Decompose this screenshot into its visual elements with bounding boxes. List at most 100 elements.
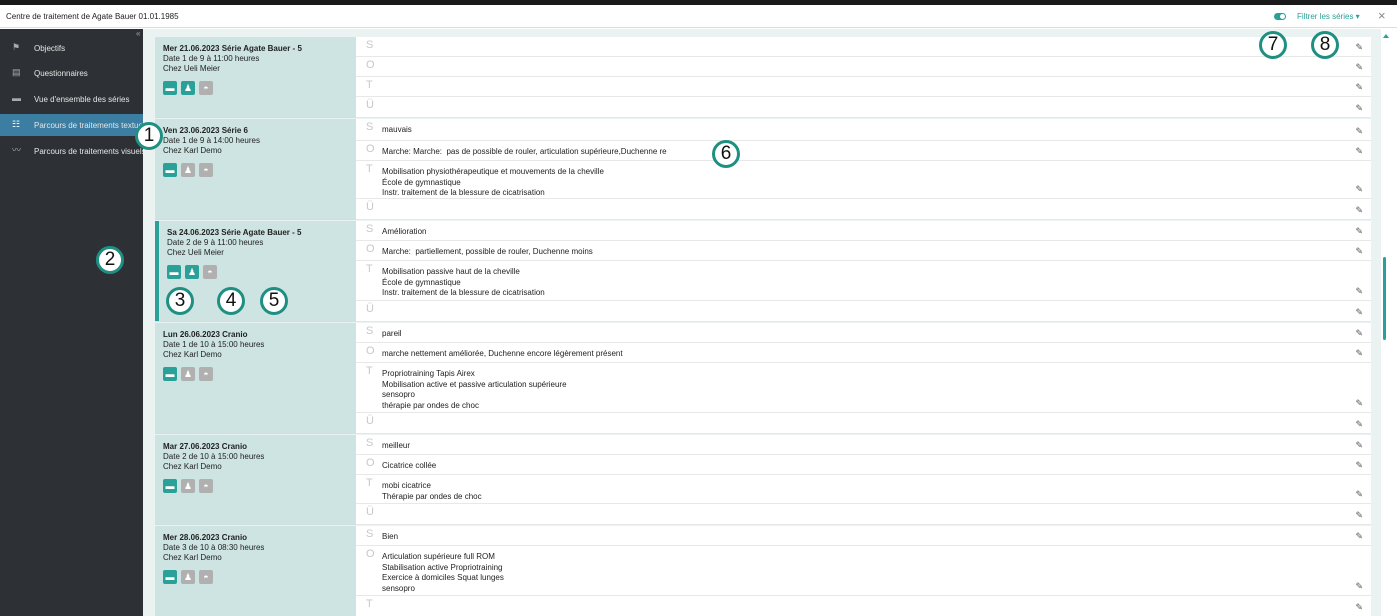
entry-date: Date 1 de 10 à 15:00 heures (163, 340, 265, 349)
edit-icon[interactable]: ✎ (1355, 82, 1363, 93)
soap-o-row[interactable]: O Marche: partiellement, possible de roul… (356, 241, 1371, 261)
edit-icon[interactable]: ✎ (1355, 489, 1363, 500)
soap-o-row[interactable]: O ✎ (356, 57, 1371, 77)
soap-t-row[interactable]: Tmobi cicatrice Thérapie par ondes de ch… (356, 475, 1371, 504)
list-icon: ☷ (12, 119, 21, 129)
callout-7: 7 (1259, 31, 1287, 59)
entry-info[interactable]: Mer 21.06.2023 Série Agate Bauer - 5 Dat… (155, 37, 356, 117)
soap-o-row[interactable]: O Marche: Marche: pas de possible de roul… (356, 141, 1371, 161)
person-icon[interactable]: ♟ (181, 367, 195, 381)
soap-s-row[interactable]: S Bien ✎ (356, 526, 1371, 546)
soap-u-row[interactable]: Ü ✎ (356, 413, 1371, 434)
edit-icon[interactable]: ✎ (1355, 602, 1363, 613)
soap-u-row[interactable]: Ü ✎ (356, 97, 1371, 118)
sidebar: « ⚑ Objectifs ▤ Questionnaires ▬ Vue d'ense… (0, 29, 143, 616)
soap-o-row[interactable]: O Articulation supérieure full ROM Stabil… (356, 546, 1371, 596)
edit-icon[interactable]: ✎ (1355, 246, 1363, 257)
soap-t-row[interactable]: T Mobilisation passive haut de la chevill… (356, 261, 1371, 301)
entry-therapist: Chez Karl Demo (163, 146, 222, 155)
edit-icon[interactable]: ✎ (1355, 307, 1363, 318)
entry-info[interactable]: Mer 28.06.2023 Cranio Date 3 de 10 à 08:… (155, 526, 356, 616)
person-icon[interactable]: ♟ (181, 479, 195, 493)
soap-s-row[interactable]: S ✎ (356, 37, 1371, 57)
soap-s-row[interactable]: Smauvais ✎ (356, 119, 1371, 141)
edit-icon[interactable]: ✎ (1355, 419, 1363, 430)
sidebar-item-series-overview[interactable]: ▬ Vue d'ensemble des séries (0, 88, 143, 110)
edit-icon[interactable]: ✎ (1355, 286, 1363, 297)
person-icon[interactable]: ♟ (181, 81, 195, 95)
soap-u-row[interactable]: Ü ✎ (356, 504, 1371, 525)
edit-icon[interactable]: ✎ (1355, 440, 1363, 451)
scrollbar[interactable] (1383, 29, 1397, 616)
edit-icon[interactable]: ✎ (1355, 531, 1363, 542)
callout-2: 2 (96, 246, 124, 274)
treatment-entry: Mer 21.06.2023 Série Agate Bauer - 5 Dat… (155, 37, 1371, 118)
folder-icon[interactable]: ▬ (163, 367, 177, 381)
person-icon[interactable]: ♟ (185, 265, 199, 279)
filter-series-dropdown[interactable]: Filtrer les séries ▾ (1297, 12, 1360, 21)
soap-u-row[interactable]: Ü ✎ (356, 301, 1371, 322)
entry-therapist: Chez Karl Demo (163, 350, 222, 359)
callout-3: 3 (166, 287, 194, 315)
graduation-cap-icon[interactable]: ◓ (199, 163, 213, 177)
folder-icon[interactable]: ▬ (163, 163, 177, 177)
treatment-entry: Lun 26.06.2023 Cranio Date 1 de 10 à 15:… (155, 323, 1371, 434)
soap-t-row[interactable]: T Propriotraining Tapis Airex Mobilisatio… (356, 363, 1371, 413)
edit-icon[interactable]: ✎ (1355, 126, 1363, 137)
callout-8: 8 (1311, 31, 1339, 59)
callout-1: 1 (135, 122, 163, 150)
soap-u-row[interactable]: Ü ✎ (356, 199, 1371, 220)
entry-therapist: Chez Karl Demo (163, 462, 222, 471)
callout-6: 6 (712, 140, 740, 168)
callout-5: 5 (260, 287, 288, 315)
toggle-switch[interactable] (1274, 13, 1286, 20)
edit-icon[interactable]: ✎ (1355, 581, 1363, 592)
folder-icon[interactable]: ▬ (167, 265, 181, 279)
graduation-cap-icon[interactable]: ◓ (199, 367, 213, 381)
graduation-cap-icon[interactable]: ◓ (203, 265, 217, 279)
folder-icon[interactable]: ▬ (163, 479, 177, 493)
edit-icon[interactable]: ✎ (1355, 103, 1363, 114)
edit-icon[interactable]: ✎ (1355, 398, 1363, 409)
entry-header: Mar 27.06.2023 Cranio (163, 442, 248, 451)
edit-icon[interactable]: ✎ (1355, 226, 1363, 237)
graduation-cap-icon[interactable]: ◓ (199, 570, 213, 584)
sidebar-item-questionnaires[interactable]: ▤ Questionnaires (0, 62, 143, 84)
edit-icon[interactable]: ✎ (1355, 146, 1363, 157)
soap-t-row[interactable]: T ✎ (356, 596, 1371, 616)
entry-date: Date 1 de 9 à 14:00 heures (163, 136, 260, 145)
folder-icon[interactable]: ▬ (163, 81, 177, 95)
edit-icon[interactable]: ✎ (1355, 348, 1363, 359)
edit-icon[interactable]: ✎ (1355, 328, 1363, 339)
graduation-cap-icon[interactable]: ◓ (199, 81, 213, 95)
edit-icon[interactable]: ✎ (1355, 460, 1363, 471)
person-icon[interactable]: ♟ (181, 163, 195, 177)
edit-icon[interactable]: ✎ (1355, 205, 1363, 216)
entry-info[interactable]: Lun 26.06.2023 Cranio Date 1 de 10 à 15:… (155, 323, 356, 433)
scrollbar-thumb[interactable] (1383, 257, 1386, 340)
entry-date: Date 3 de 10 à 08:30 heures (163, 543, 265, 552)
sidebar-item-visual-treatments[interactable]: 〰 Parcours de traitements visuels (0, 140, 143, 162)
soap-s-row[interactable]: Spareil ✎ (356, 323, 1371, 343)
entry-info[interactable]: Mar 27.06.2023 Cranio Date 2 de 10 à 15:… (155, 435, 356, 524)
edit-icon[interactable]: ✎ (1355, 184, 1363, 195)
soap-o-row[interactable]: O Cicatrice collée ✎ (356, 455, 1371, 475)
entry-info[interactable]: Ven 23.06.2023 Série 6 Date 1 de 9 à 14:… (155, 119, 356, 219)
graduation-cap-icon[interactable]: ◓ (199, 479, 213, 493)
soap-t-row[interactable]: T Mobilisation physiothérapeutique et mou… (356, 161, 1371, 199)
edit-icon[interactable]: ✎ (1355, 42, 1363, 53)
soap-s-row[interactable]: S Amélioration ✎ (356, 221, 1371, 241)
folder-icon[interactable]: ▬ (163, 570, 177, 584)
soap-t-row[interactable]: T ✎ (356, 77, 1371, 97)
soap-o-row[interactable]: Omarche nettement améliorée, Duchenne en… (356, 343, 1371, 363)
edit-icon[interactable]: ✎ (1355, 62, 1363, 73)
close-icon[interactable]: × (1378, 8, 1386, 23)
edit-icon[interactable]: ✎ (1355, 510, 1363, 521)
sidebar-item-textual-treatments[interactable]: ☷ Parcours de traitements textuels (0, 114, 143, 136)
sidebar-item-objectifs[interactable]: ⚑ Objectifs (0, 37, 143, 59)
scroll-up-icon[interactable] (1383, 34, 1389, 38)
callout-4: 4 (217, 287, 245, 315)
person-icon[interactable]: ♟ (181, 570, 195, 584)
window-title: Centre de traitement de Agate Bauer 01.0… (6, 12, 179, 21)
soap-s-row[interactable]: Smeilleur ✎ (356, 435, 1371, 455)
